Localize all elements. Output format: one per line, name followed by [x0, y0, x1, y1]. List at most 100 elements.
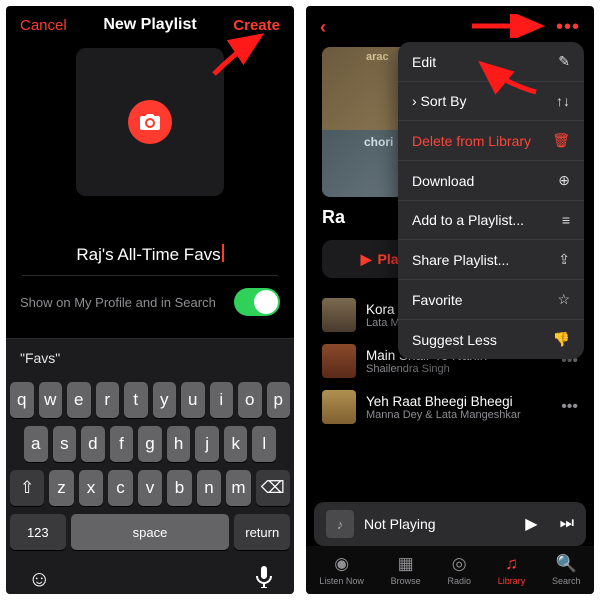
key-backspace[interactable]: ⌫: [256, 470, 290, 506]
key-a[interactable]: a: [24, 426, 48, 462]
key-z[interactable]: z: [49, 470, 73, 506]
key-t[interactable]: t: [124, 382, 148, 418]
menu-item-label: Edit: [412, 54, 436, 70]
key-j[interactable]: j: [195, 426, 219, 462]
album-cover-text-top: arac: [366, 51, 389, 63]
menu-item-label: Download: [412, 173, 474, 189]
key-r[interactable]: r: [96, 382, 120, 418]
library-icon: ♫: [505, 554, 518, 574]
menu-item-delete-from-library[interactable]: Delete from Library 🗑: [398, 121, 584, 161]
song-artwork: [322, 390, 356, 424]
menu-item-label: Add to a Playlist...: [412, 212, 524, 228]
song-artwork: [322, 344, 356, 378]
create-button[interactable]: Create: [233, 17, 280, 34]
tab-search[interactable]: 🔍Search: [552, 554, 581, 586]
key-123[interactable]: 123: [10, 514, 66, 550]
key-y[interactable]: y: [153, 382, 177, 418]
menu-item-icon: ☆: [557, 291, 570, 308]
key-i[interactable]: i: [210, 382, 234, 418]
forward-icon[interactable]: ⏭: [560, 515, 574, 533]
mic-key[interactable]: [256, 566, 272, 593]
nav-bar: ‹ •••: [306, 6, 594, 43]
new-playlist-screen: Cancel New Playlist Create Raj's All-Tim…: [6, 6, 294, 594]
key-h[interactable]: h: [167, 426, 191, 462]
key-e[interactable]: e: [67, 382, 91, 418]
key-p[interactable]: p: [267, 382, 291, 418]
keyboard-suggestion-bar[interactable]: "Favs": [6, 338, 294, 376]
playlist-cover-placeholder[interactable]: [76, 48, 224, 196]
playlist-name-input[interactable]: Raj's All-Time Favs: [76, 244, 223, 265]
menu-item-icon: ↑↓: [556, 93, 570, 109]
play-icon: ▶: [361, 251, 372, 268]
camera-button[interactable]: [128, 100, 172, 144]
menu-item-edit[interactable]: Edit ✎: [398, 42, 584, 82]
camera-icon: [140, 114, 160, 130]
song-artist: Manna Dey & Lata Mangeshkar: [366, 409, 551, 421]
key-u[interactable]: u: [181, 382, 205, 418]
key-g[interactable]: g: [138, 426, 162, 462]
menu-item-label: Favorite: [412, 292, 463, 308]
tab-library[interactable]: ♫Library: [498, 554, 526, 586]
play-circle-icon: ◉: [334, 554, 349, 574]
song-title: Yeh Raat Bheegi Bheegi: [366, 394, 551, 409]
emoji-key[interactable]: ☺: [28, 566, 50, 593]
key-k[interactable]: k: [224, 426, 248, 462]
menu-item-label: Delete from Library: [412, 133, 531, 149]
menu-item-label: Share Playlist...: [412, 252, 509, 268]
key-v[interactable]: v: [138, 470, 162, 506]
menu-item-download[interactable]: Download ⊕: [398, 161, 584, 201]
play-icon[interactable]: ▶: [525, 514, 537, 534]
key-shift[interactable]: ⇧: [10, 470, 44, 506]
tab-listen-now[interactable]: ◉Listen Now: [319, 554, 364, 586]
key-c[interactable]: c: [108, 470, 132, 506]
profile-toggle[interactable]: [234, 288, 280, 316]
menu-item-add-to-a-playlist[interactable]: Add to a Playlist... ≡: [398, 201, 584, 240]
menu-item-icon: ≡: [562, 212, 570, 228]
menu-item-icon: ⊕: [558, 172, 570, 189]
key-s[interactable]: s: [53, 426, 77, 462]
nav-bar: Cancel New Playlist Create: [6, 6, 294, 42]
back-button[interactable]: ‹: [320, 17, 326, 38]
menu-item-icon: ✎: [558, 53, 570, 70]
menu-item-share-playlist[interactable]: Share Playlist... ⇪: [398, 240, 584, 280]
key-n[interactable]: n: [197, 470, 221, 506]
key-d[interactable]: d: [81, 426, 105, 462]
menu-item-favorite[interactable]: Favorite ☆: [398, 280, 584, 320]
profile-toggle-label: Show on My Profile and in Search: [20, 295, 216, 310]
keyboard: qwertyuiop asdfghjkl ⇧zxcvbnm⌫ 123 space…: [6, 376, 294, 594]
key-x[interactable]: x: [79, 470, 103, 506]
menu-item-icon: 🗑: [552, 132, 570, 149]
radio-icon: ◎: [452, 554, 467, 574]
key-b[interactable]: b: [167, 470, 191, 506]
key-m[interactable]: m: [226, 470, 250, 506]
key-return[interactable]: return: [234, 514, 290, 550]
context-menu: Edit ✎ › Sort By ↑↓ Delete from Library 🗑 Down…: [398, 42, 584, 359]
menu-item-label: › Sort By: [412, 93, 466, 109]
key-f[interactable]: f: [110, 426, 134, 462]
song-artist: Shailendra Singh: [366, 363, 551, 375]
key-o[interactable]: o: [238, 382, 262, 418]
song-row[interactable]: Yeh Raat Bheegi BheegiManna Dey & Lata M…: [306, 384, 594, 430]
now-playing-artwork: ♪: [326, 510, 354, 538]
mic-icon: [256, 566, 272, 588]
tab-bar: ◉Listen Now ▦Browse ◎Radio ♫Library 🔍Sea…: [306, 546, 594, 594]
cancel-button[interactable]: Cancel: [20, 17, 67, 34]
key-l[interactable]: l: [252, 426, 276, 462]
menu-item-suggest-less[interactable]: Suggest Less👎: [398, 320, 584, 359]
tab-radio[interactable]: ◎Radio: [447, 554, 471, 586]
grid-icon: ▦: [398, 554, 414, 574]
key-space[interactable]: space: [71, 514, 230, 550]
album-cover-text-bottom: chori: [364, 135, 393, 149]
search-icon: 🔍: [556, 554, 577, 574]
now-playing-bar[interactable]: ♪ Not Playing ▶ ⏭: [314, 502, 586, 546]
nav-title: New Playlist: [103, 16, 196, 34]
menu-item-icon: ⇪: [558, 251, 570, 268]
key-q[interactable]: q: [10, 382, 34, 418]
menu-item-sort-by[interactable]: › Sort By ↑↓: [398, 82, 584, 121]
playlist-detail-screen: ‹ ••• arac chori Ra ▶Play ⤨Shuffle Kora …: [306, 6, 594, 594]
menu-item-label: Suggest Less: [412, 332, 497, 348]
more-button[interactable]: •••: [556, 16, 580, 39]
song-more-button[interactable]: •••: [561, 398, 578, 416]
key-w[interactable]: w: [39, 382, 63, 418]
tab-browse[interactable]: ▦Browse: [391, 554, 421, 586]
